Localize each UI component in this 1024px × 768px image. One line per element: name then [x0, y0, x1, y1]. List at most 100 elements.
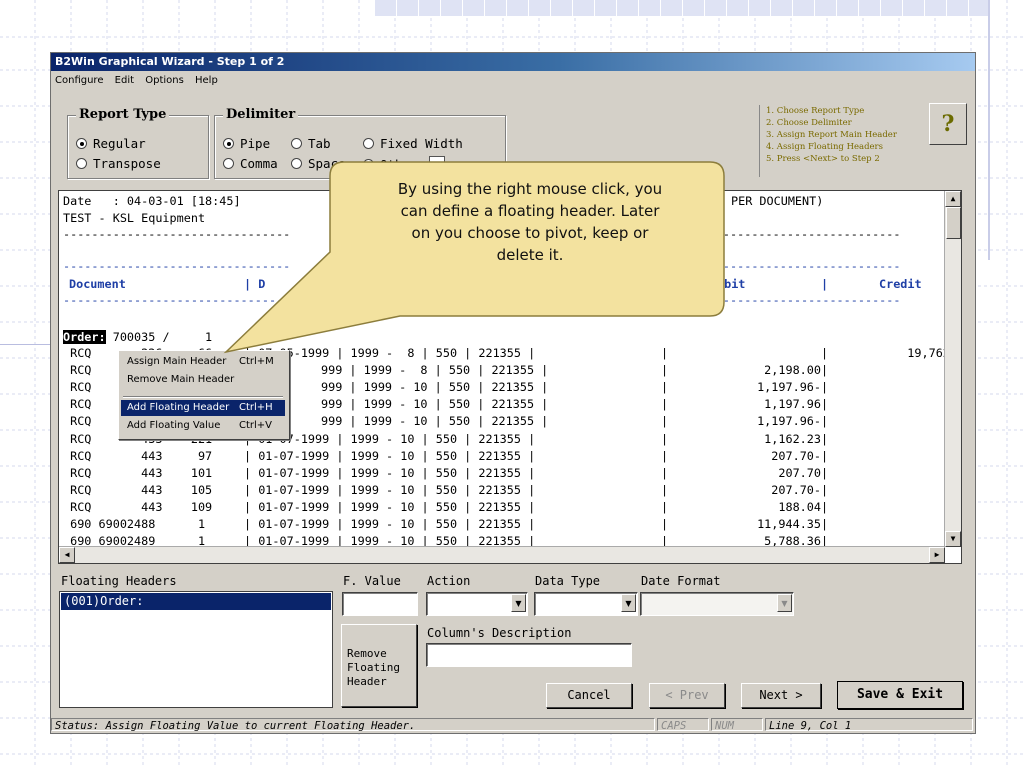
band-cell [397, 0, 419, 16]
radio-space[interactable]: Space [291, 156, 346, 171]
radio-other-indicator [363, 159, 374, 170]
radio-transpose[interactable]: Transpose [76, 156, 161, 171]
band-cell [661, 0, 683, 16]
radio-pipe[interactable]: Pipe [223, 136, 270, 151]
band-cell [815, 0, 837, 16]
remove-button-line-3: Header [347, 675, 387, 688]
menu-help[interactable]: Help [195, 75, 218, 86]
floating-headers-list[interactable]: (001)Order: [59, 591, 333, 708]
radio-tab-indicator [291, 138, 302, 149]
chevron-down-icon[interactable]: ▼ [511, 594, 526, 612]
report-row-debit: 2,198.00 [764, 363, 821, 378]
band-cell [947, 0, 969, 16]
report-col-debit: ebit [717, 277, 746, 291]
report-row-sep: | [661, 499, 669, 514]
menu-item-add-floating-header[interactable]: Add Floating Header Ctrl+H [121, 400, 285, 416]
vertical-scrollbar[interactable]: ▲ ▼ [944, 191, 961, 547]
report-row-mid: 999 | 1999 - 10 | 550 | 221355 | [321, 380, 549, 395]
report-row-debit: 1,162.23 [764, 431, 821, 446]
prev-button[interactable]: < Prev [649, 683, 725, 708]
callout-line-2: can define a floating header. Later [400, 202, 660, 220]
menu-item-assign-main-header[interactable]: Assign Main Header Ctrl+M [121, 354, 285, 370]
window-title: B2Win Graphical Wizard - Step 1 of 2 [51, 53, 975, 71]
radio-comma-label: Comma [240, 156, 278, 171]
radio-regular[interactable]: Regular [76, 136, 146, 151]
next-button[interactable]: Next > [741, 683, 821, 708]
slide-accent-line-left [0, 344, 50, 345]
scroll-up-icon[interactable]: ▲ [945, 191, 961, 207]
report-row-doc: RCQ [63, 363, 92, 378]
report-row-sep: | [661, 380, 669, 395]
menu-edit[interactable]: Edit [115, 75, 134, 86]
other-delimiter-input[interactable] [429, 156, 446, 172]
band-cell [771, 0, 793, 16]
report-row-sep: | [821, 465, 829, 480]
data-type-select[interactable]: ▼ [534, 592, 638, 616]
chevron-down-icon[interactable]: ▼ [621, 594, 636, 612]
radio-tab[interactable]: Tab [291, 136, 331, 151]
floating-header-item[interactable]: (001)Order: [61, 593, 331, 610]
cursor-position: Line 9, Col 1 [765, 718, 973, 732]
horizontal-scrollbar[interactable]: ◀ ▶ [59, 546, 945, 563]
band-cell [419, 0, 441, 16]
scroll-down-icon[interactable]: ▼ [945, 531, 961, 547]
report-row-sep: | [661, 465, 669, 480]
step-5: 5. Press <Next> to Step 2 [766, 154, 880, 164]
date-format-select[interactable]: ▼ [640, 592, 794, 616]
radio-fixed-width[interactable]: Fixed Width [363, 136, 463, 151]
report-row-doc: RCQ 443 101 [63, 465, 213, 480]
step-2: 2. Choose Delimiter [766, 118, 852, 128]
report-order-line[interactable]: Order: 700035 / 1 [63, 330, 212, 344]
scroll-right-icon[interactable]: ▶ [929, 547, 945, 563]
menu-options[interactable]: Options [145, 75, 184, 86]
help-button[interactable]: ? [929, 103, 967, 145]
f-value-input[interactable] [342, 592, 418, 616]
report-row-mid: | 01-07-1999 | 1999 - 10 | 550 | 221355 … [244, 465, 536, 480]
menu-configure[interactable]: Configure [55, 75, 103, 86]
report-col-date: | D [244, 277, 266, 291]
radio-other[interactable]: Other: [363, 156, 446, 172]
scroll-thumb[interactable] [946, 207, 961, 239]
radio-fixed-width-label: Fixed Width [380, 136, 463, 151]
remove-floating-header-button[interactable]: Remove Floating Header [341, 624, 417, 707]
cancel-button[interactable]: Cancel [546, 683, 632, 708]
wizard-steps: 1. Choose Report Type 2. Choose Delimite… [759, 105, 936, 177]
report-row-sep: | [661, 414, 669, 429]
band-cell [507, 0, 529, 16]
report-row-debit: 1,197.96- [757, 380, 821, 395]
band-cell [859, 0, 881, 16]
band-cell [881, 0, 903, 16]
report-row-sep: | [821, 380, 829, 395]
radio-pipe-indicator [223, 138, 234, 149]
report-row-mid: 999 | 1999 - 8 | 550 | 221355 | [321, 363, 549, 378]
callout-text: By using the right mouse click, you can … [330, 178, 730, 266]
band-cell [485, 0, 507, 16]
columns-description-input[interactable] [426, 643, 632, 667]
step-4: 4. Assign Floating Headers [766, 142, 883, 152]
report-row-sep: | [821, 397, 829, 412]
callout-line-1: By using the right mouse click, you [397, 180, 663, 198]
radio-space-indicator [291, 158, 302, 169]
radio-other-label: Other: [380, 157, 426, 172]
date-format-label: Date Format [641, 574, 721, 588]
save-exit-button[interactable]: Save & Exit [837, 681, 963, 709]
scroll-left-icon[interactable]: ◀ [59, 547, 75, 563]
radio-transpose-label: Transpose [93, 156, 161, 171]
report-row-doc: RCQ 443 105 [63, 482, 213, 497]
band-cell [683, 0, 705, 16]
floating-header-tag[interactable]: Order: [63, 330, 106, 344]
band-cell [793, 0, 815, 16]
report-row-mid: 999 | 1999 - 10 | 550 | 221355 | [321, 414, 549, 429]
menu-item-remove-main-header[interactable]: Remove Main Header [121, 372, 285, 388]
menu-item-add-floating-value[interactable]: Add Floating Value Ctrl+V [121, 418, 285, 434]
report-row-debit: 207.70- [771, 448, 821, 463]
report-row-sep: | [821, 414, 829, 429]
menu-item-label: Remove Main Header [127, 374, 235, 385]
report-row-doc: RCQ [63, 380, 92, 395]
radio-comma[interactable]: Comma [223, 156, 278, 171]
radio-fixed-width-indicator [363, 138, 374, 149]
menu-item-label: Add Floating Header [127, 402, 230, 413]
chevron-down-icon[interactable]: ▼ [777, 594, 792, 612]
action-select[interactable]: ▼ [426, 592, 528, 616]
band-cell [749, 0, 771, 16]
